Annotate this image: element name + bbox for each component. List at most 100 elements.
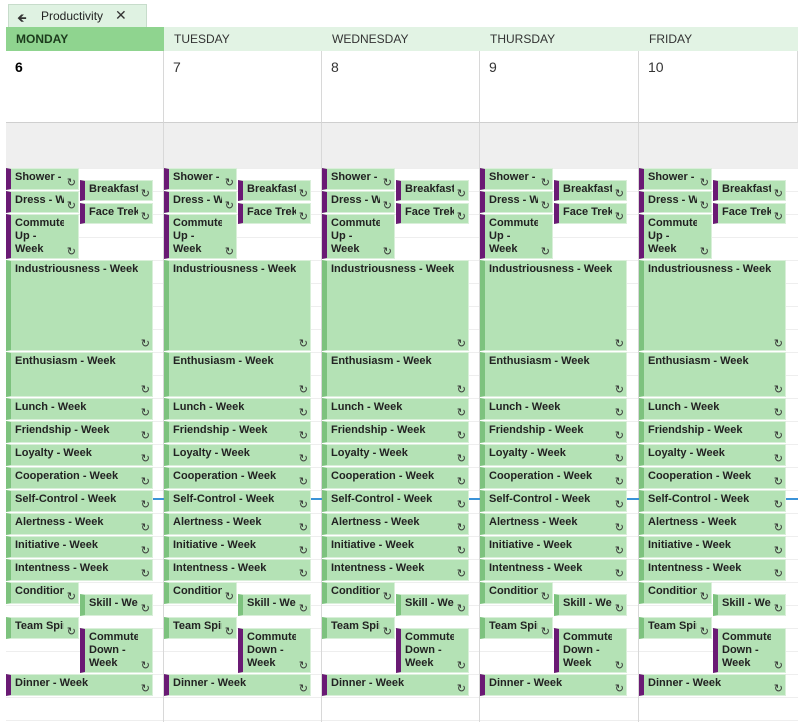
- calendar-event[interactable]: Initiative - Week ↻: [639, 536, 786, 558]
- calendar-event[interactable]: Condition - Week↻: [639, 582, 712, 604]
- calendar-event[interactable]: Commute Up - Week ↻: [164, 214, 237, 259]
- calendar-event[interactable]: Shower - Week↻: [480, 168, 553, 190]
- tab-productivity[interactable]: 🡸 Productivity ✕: [8, 4, 147, 27]
- calendar-event[interactable]: Initiative - Week ↻: [6, 536, 153, 558]
- day-header-tuesday[interactable]: TUESDAY: [164, 27, 322, 51]
- calendar-event[interactable]: Self-Control - Week ↻: [480, 490, 627, 512]
- calendar-event[interactable]: Cooperation - Week ↻: [164, 467, 311, 489]
- calendar-event[interactable]: Intentness - Week ↻: [6, 559, 153, 581]
- calendar-event[interactable]: Friendship - Week ↻: [322, 421, 469, 443]
- calendar-event[interactable]: Face Trek - Week↻: [80, 203, 153, 224]
- calendar-event[interactable]: Self-Control - Week ↻: [164, 490, 311, 512]
- calendar-event[interactable]: Loyalty - Week ↻: [164, 444, 311, 466]
- calendar-event[interactable]: Enthusiasm - Week ↻: [480, 352, 627, 397]
- calendar-event[interactable]: Skill - Week↻: [238, 594, 311, 616]
- calendar-event[interactable]: Commute Up - Week ↻: [639, 214, 712, 259]
- close-icon[interactable]: ✕: [115, 7, 127, 24]
- calendar-event[interactable]: Skill - Week↻: [554, 594, 627, 616]
- calendar-event[interactable]: Loyalty - Week ↻: [322, 444, 469, 466]
- calendar-event[interactable]: Breakfast - Week↻: [238, 180, 311, 201]
- calendar-event[interactable]: Cooperation - Week ↻: [6, 467, 153, 489]
- calendar-event[interactable]: Dress - Week↻: [480, 191, 553, 213]
- calendar-event[interactable]: Dress - Week↻: [322, 191, 395, 213]
- day-header-monday[interactable]: MONDAY: [6, 27, 164, 51]
- calendar-event[interactable]: Shower - Week↻: [639, 168, 712, 190]
- calendar-event[interactable]: Intentness - Week ↻: [639, 559, 786, 581]
- calendar-event[interactable]: Alertness - Week ↻: [6, 513, 153, 535]
- calendar-event[interactable]: Industriousness - Week ↻: [6, 260, 153, 351]
- calendar-event[interactable]: Commute Up - Week ↻: [480, 214, 553, 259]
- calendar-event[interactable]: Dinner - Week ↻: [480, 674, 627, 696]
- calendar-event[interactable]: Commute Down - Week ↻: [238, 628, 311, 673]
- calendar-event[interactable]: Shower - Week↻: [322, 168, 395, 190]
- calendar-event[interactable]: Loyalty - Week ↻: [639, 444, 786, 466]
- calendar-event[interactable]: Face Trek - Week↻: [713, 203, 786, 224]
- calendar-event[interactable]: Friendship - Week ↻: [480, 421, 627, 443]
- calendar-event[interactable]: Condition - Week↻: [480, 582, 553, 604]
- calendar-event[interactable]: Cooperation - Week ↻: [480, 467, 627, 489]
- day-header-friday[interactable]: FRIDAY: [639, 27, 798, 51]
- calendar-event[interactable]: Enthusiasm - Week ↻: [164, 352, 311, 397]
- calendar-event[interactable]: Breakfast - Week↻: [713, 180, 786, 201]
- calendar-event[interactable]: Enthusiasm - Week ↻: [639, 352, 786, 397]
- calendar-event[interactable]: Loyalty - Week ↻: [480, 444, 627, 466]
- calendar-event[interactable]: Lunch - Week ↻: [6, 398, 153, 420]
- day-date-cell[interactable]: 9: [480, 51, 639, 123]
- calendar-event[interactable]: Dinner - Week ↻: [322, 674, 469, 696]
- calendar-event[interactable]: Cooperation - Week ↻: [322, 467, 469, 489]
- calendar-event[interactable]: Intentness - Week ↻: [322, 559, 469, 581]
- calendar-event[interactable]: Enthusiasm - Week ↻: [6, 352, 153, 397]
- calendar-event[interactable]: Dinner - Week ↻: [6, 674, 153, 696]
- calendar-event[interactable]: Team Spirit - Week↻: [164, 617, 237, 639]
- day-date-cell[interactable]: 8: [322, 51, 480, 123]
- calendar-event[interactable]: Industriousness - Week ↻: [322, 260, 469, 351]
- calendar-event[interactable]: Alertness - Week ↻: [322, 513, 469, 535]
- calendar-event[interactable]: Intentness - Week ↻: [164, 559, 311, 581]
- calendar-event[interactable]: Enthusiasm - Week ↻: [322, 352, 469, 397]
- calendar-event[interactable]: Shower - Week↻: [6, 168, 79, 190]
- calendar-event[interactable]: Condition - Week↻: [164, 582, 237, 604]
- calendar-event[interactable]: Self-Control - Week ↻: [639, 490, 786, 512]
- calendar-event[interactable]: Commute Down - Week ↻: [80, 628, 153, 673]
- calendar-event[interactable]: Lunch - Week ↻: [164, 398, 311, 420]
- calendar-event[interactable]: Commute Down - Week ↻: [554, 628, 627, 673]
- calendar-event[interactable]: Team Spirit - Week↻: [480, 617, 553, 639]
- calendar-event[interactable]: Self-Control - Week ↻: [322, 490, 469, 512]
- calendar-event[interactable]: Face Trek - Week↻: [396, 203, 469, 224]
- calendar-event[interactable]: Dress - Week↻: [164, 191, 237, 213]
- calendar-event[interactable]: Friendship - Week ↻: [164, 421, 311, 443]
- calendar-event[interactable]: Dress - Week↻: [639, 191, 712, 213]
- calendar-event[interactable]: Self-Control - Week ↻: [6, 490, 153, 512]
- calendar-event[interactable]: Initiative - Week ↻: [322, 536, 469, 558]
- calendar-event[interactable]: Cooperation - Week ↻: [639, 467, 786, 489]
- day-header-thursday[interactable]: THURSDAY: [480, 27, 639, 51]
- calendar-event[interactable]: Industriousness - Week ↻: [164, 260, 311, 351]
- calendar-event[interactable]: Shower - Week↻: [164, 168, 237, 190]
- calendar-event[interactable]: Friendship - Week ↻: [639, 421, 786, 443]
- calendar-event[interactable]: Condition - Week↻: [6, 582, 79, 604]
- calendar-event[interactable]: Face Trek - Week↻: [554, 203, 627, 224]
- calendar-event[interactable]: Face Trek - Week↻: [238, 203, 311, 224]
- calendar-event[interactable]: Dinner - Week ↻: [639, 674, 786, 696]
- calendar-event[interactable]: Loyalty - Week ↻: [6, 444, 153, 466]
- calendar-event[interactable]: Condition - Week↻: [322, 582, 395, 604]
- calendar-event[interactable]: Commute Up - Week ↻: [6, 214, 79, 259]
- calendar-event[interactable]: Lunch - Week ↻: [322, 398, 469, 420]
- day-date-cell[interactable]: 6: [6, 51, 164, 123]
- calendar-event[interactable]: Breakfast - Week↻: [80, 180, 153, 201]
- calendar-event[interactable]: Commute Down - Week ↻: [396, 628, 469, 673]
- calendar-event[interactable]: Breakfast - Week↻: [554, 180, 627, 201]
- calendar-event[interactable]: Initiative - Week ↻: [164, 536, 311, 558]
- calendar-event[interactable]: Lunch - Week ↻: [480, 398, 627, 420]
- calendar-event[interactable]: Lunch - Week ↻: [639, 398, 786, 420]
- calendar-event[interactable]: Team Spirit - Week↻: [322, 617, 395, 639]
- calendar-event[interactable]: Industriousness - Week ↻: [639, 260, 786, 351]
- calendar-event[interactable]: Dress - Week↻: [6, 191, 79, 213]
- calendar-event[interactable]: Dinner - Week ↻: [164, 674, 311, 696]
- calendar-event[interactable]: Team Spirit - Week↻: [6, 617, 79, 639]
- calendar-event[interactable]: Commute Down - Week ↻: [713, 628, 786, 673]
- calendar-event[interactable]: Breakfast - Week↻: [396, 180, 469, 201]
- all-day-area[interactable]: [6, 123, 798, 168]
- calendar-event[interactable]: Skill - Week↻: [80, 594, 153, 616]
- calendar-event[interactable]: Friendship - Week ↻: [6, 421, 153, 443]
